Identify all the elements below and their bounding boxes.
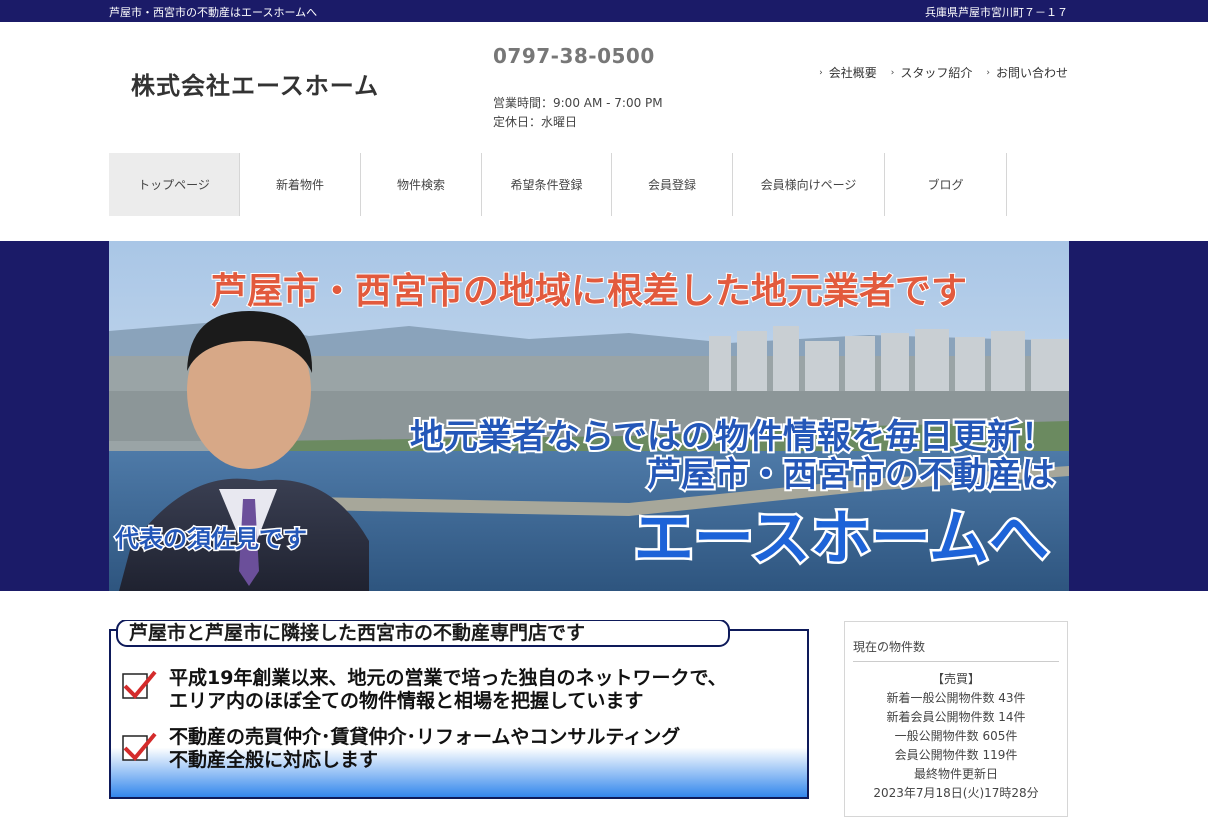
address: 兵庫県芦屋市宮川町７－１７ [925, 6, 1068, 19]
tagline: 芦屋市・西宮市の不動産はエースホームへ [109, 6, 318, 19]
stats-row: 2023年7月18日(火)17時28分 [873, 786, 1039, 800]
company-logo[interactable]: 株式会社エースホーム [131, 66, 379, 101]
intro-graphic: 芦屋市と芦屋市に隣接した西宮市の不動産専門店です 平成19年創業以来、地元の営業… [109, 619, 809, 799]
phone-number[interactable]: 0797-38-0500 [493, 44, 655, 68]
stats-row: 最終物件更新日 [913, 767, 998, 781]
nav-blog[interactable]: ブログ [885, 153, 1007, 216]
banner-line1: 地元業者ならではの物件情報を毎日更新！ [410, 417, 1055, 457]
banner-caption: 代表の須佐見です [114, 525, 307, 553]
stats-category: 【売買】 [931, 672, 980, 686]
hero-image: 芦屋市・西宮市の地域に根差した地元業者です 地元業者ならではの物件情報を毎日更新… [109, 241, 1069, 591]
nav-members[interactable]: 会員様向けページ [733, 153, 885, 216]
link-staff-label: スタッフ紹介 [900, 66, 973, 80]
link-contact-label: お問い合わせ [995, 66, 1068, 80]
intro-box: 芦屋市と芦屋市に隣接した西宮市の不動産専門店です 平成19年創業以来、地元の営業… [109, 619, 810, 800]
listing-stats-panel: 現在の物件数 【売買】 新着一般公開物件数 43件 新着会員公開物件数 14件 … [844, 621, 1068, 817]
stats-row: 新着一般公開物件数 43件 [886, 691, 1026, 705]
intro-title: 芦屋市と芦屋市に隣接した西宮市の不動産専門店です [129, 621, 585, 644]
stats-divider [853, 661, 1059, 662]
banner-line2: 芦屋市・西宮市の不動産は [647, 455, 1055, 495]
hours-text: 営業時間：9:00 AM - 7:00 PM [493, 96, 663, 110]
stats-row: 会員公開物件数 119件 [894, 748, 1018, 762]
stats-body: 【売買】 新着一般公開物件数 43件 新着会員公開物件数 14件 一般公開物件数… [845, 670, 1067, 803]
chevron-right-icon: › [890, 67, 895, 78]
banner-line3: エースホームへ [634, 504, 1049, 574]
stats-heading: 現在の物件数 [853, 640, 926, 654]
nav-search[interactable]: 物件検索 [361, 153, 482, 216]
point2-line2: 不動産全般に対応します [169, 748, 378, 771]
main-nav: トップページ 新着物件 物件検索 希望条件登録 会員登録 会員様向けページ ブロ… [109, 153, 1007, 216]
link-contact[interactable]: › お問い合わせ [986, 64, 1068, 81]
link-company[interactable]: › 会社概要 [819, 64, 877, 81]
header-links: › 会社概要 › スタッフ紹介 › お問い合わせ [819, 64, 1068, 81]
link-staff[interactable]: › スタッフ紹介 [891, 64, 973, 81]
stats-row: 新着会員公開物件数 14件 [886, 710, 1026, 724]
link-company-label: 会社概要 [828, 66, 877, 80]
point1-line2: エリア内のほぼ全ての物件情報と相場を把握しています [169, 689, 643, 712]
nav-preferences[interactable]: 希望条件登録 [482, 153, 612, 216]
chevron-right-icon: › [819, 67, 823, 78]
holiday-text: 定休日：水曜日 [493, 115, 578, 129]
point1-line1: 平成19年創業以来、地元の営業で培った独自のネットワークで、 [169, 666, 727, 689]
point2-line1: 不動産の売買仲介･賃貸仲介･リフォームやコンサルティング [169, 725, 680, 748]
nav-new-listings[interactable]: 新着物件 [240, 153, 361, 216]
top-info-bar: 芦屋市・西宮市の不動産はエースホームへ 兵庫県芦屋市宮川町７－１７ [0, 0, 1208, 22]
nav-register[interactable]: 会員登録 [612, 153, 733, 216]
business-hours: 営業時間：9:00 AM - 7:00 PM 定休日：水曜日 [493, 94, 663, 132]
stats-row: 一般公開物件数 605件 [894, 729, 1018, 743]
chevron-right-icon: › [986, 67, 990, 78]
banner-headline: 芦屋市・西宮市の地域に根差した地元業者です [211, 271, 967, 312]
hero-banner: 芦屋市・西宮市の地域に根差した地元業者です 地元業者ならではの物件情報を毎日更新… [109, 241, 1069, 591]
nav-top[interactable]: トップページ [109, 153, 240, 216]
